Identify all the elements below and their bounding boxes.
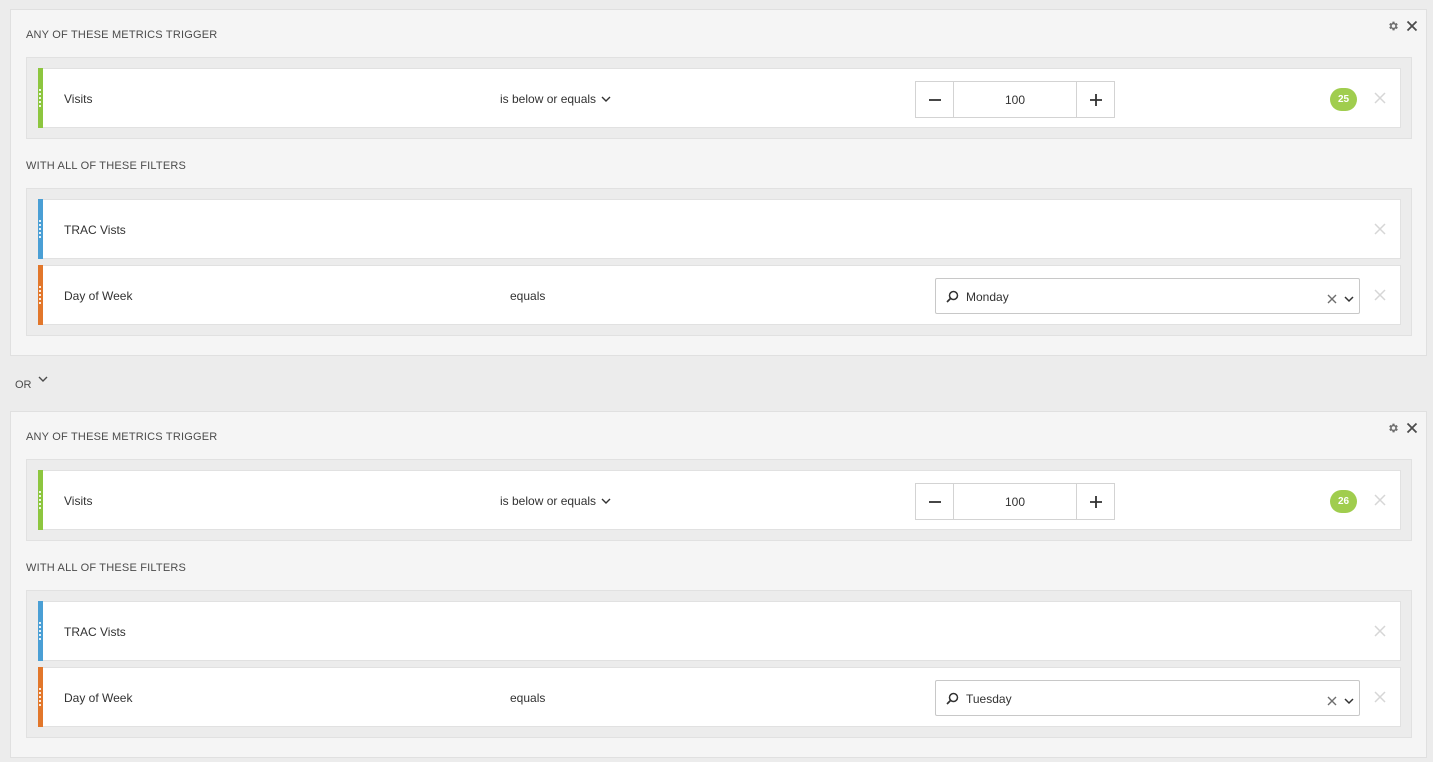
chevron-down-icon[interactable] xyxy=(1344,693,1354,711)
metric-row: Visits is below or equals 100 25 xyxy=(38,68,1401,128)
plus-icon xyxy=(1089,93,1102,106)
operator-dropdown[interactable]: is below or equals xyxy=(500,92,611,106)
metrics-section-title: ANY OF THESE METRICS TRIGGER xyxy=(26,431,218,443)
increment-button[interactable] xyxy=(1077,484,1114,519)
filters-group: TRAC Vists Day of Week equals Monday xyxy=(26,188,1412,336)
remove-metric-button[interactable] xyxy=(1374,91,1386,104)
filter-name: TRAC Vists xyxy=(64,223,126,237)
close-icon xyxy=(1374,92,1386,104)
operator-label: is below or equals xyxy=(500,92,597,106)
chevron-down-icon xyxy=(38,376,47,382)
remove-filter-button[interactable] xyxy=(1374,222,1386,235)
block-tools xyxy=(1387,422,1418,434)
plus-icon xyxy=(1089,495,1102,508)
threshold-stepper: 100 xyxy=(915,483,1115,520)
close-icon xyxy=(1374,223,1386,235)
combobox-value: Tuesday xyxy=(966,692,1012,706)
filters-section-title: WITH ALL OF THESE FILTERS xyxy=(26,160,187,172)
close-icon xyxy=(1374,625,1386,637)
close-icon[interactable] xyxy=(1406,20,1418,32)
drag-handle[interactable] xyxy=(38,667,43,727)
decrement-button[interactable] xyxy=(916,82,953,117)
filter-name: Day of Week xyxy=(64,289,133,303)
remove-metric-button[interactable] xyxy=(1374,493,1386,506)
condition-block: ANY OF THESE METRICS TRIGGER Visits is b… xyxy=(10,9,1427,356)
operator-label: equals xyxy=(510,289,546,303)
drag-handle[interactable] xyxy=(38,470,43,530)
drag-handle[interactable] xyxy=(38,68,43,128)
remove-filter-button[interactable] xyxy=(1374,690,1386,703)
condition-block: ANY OF THESE METRICS TRIGGER Visits is b… xyxy=(10,411,1427,758)
close-icon xyxy=(1374,289,1386,301)
decrement-button[interactable] xyxy=(916,484,953,519)
filter-row: TRAC Vists xyxy=(38,199,1401,259)
threshold-stepper: 100 xyxy=(915,81,1115,118)
count-badge: 26 xyxy=(1330,490,1357,513)
operator-label: is below or equals xyxy=(500,494,597,508)
remove-filter-button[interactable] xyxy=(1374,624,1386,637)
gear-icon[interactable] xyxy=(1387,422,1399,434)
filters-section-title: WITH ALL OF THESE FILTERS xyxy=(26,562,187,574)
filter-operator: equals xyxy=(510,289,545,303)
search-icon xyxy=(946,692,959,705)
combobox-value: Monday xyxy=(966,290,1009,304)
or-connector-dropdown[interactable]: OR xyxy=(15,376,48,391)
filter-operator: equals xyxy=(510,691,545,705)
block-tools xyxy=(1387,20,1418,32)
remove-filter-button[interactable] xyxy=(1374,288,1386,301)
chevron-down-icon xyxy=(601,96,611,102)
threshold-value[interactable]: 100 xyxy=(953,82,1077,117)
filters-group: TRAC Vists Day of Week equals Tuesday xyxy=(26,590,1412,738)
drag-handle[interactable] xyxy=(38,199,43,259)
filter-row: Day of Week equals Monday xyxy=(38,265,1401,325)
metrics-group: Visits is below or equals 100 26 xyxy=(26,459,1412,541)
or-label: OR xyxy=(15,379,32,391)
gear-icon[interactable] xyxy=(1387,20,1399,32)
threshold-value[interactable]: 100 xyxy=(953,484,1077,519)
clear-icon[interactable] xyxy=(1327,291,1337,309)
filter-row: TRAC Vists xyxy=(38,601,1401,661)
metric-row: Visits is below or equals 100 26 xyxy=(38,470,1401,530)
increment-button[interactable] xyxy=(1077,82,1114,117)
filter-name: TRAC Vists xyxy=(64,625,126,639)
value-combobox[interactable]: Monday xyxy=(935,278,1360,314)
count-badge: 25 xyxy=(1330,88,1357,111)
filter-name: Day of Week xyxy=(64,691,133,705)
minus-icon xyxy=(928,98,941,101)
close-icon xyxy=(1374,691,1386,703)
value-combobox[interactable]: Tuesday xyxy=(935,680,1360,716)
metrics-group: Visits is below or equals 100 25 xyxy=(26,57,1412,139)
chevron-down-icon xyxy=(601,498,611,504)
search-icon xyxy=(946,290,959,303)
drag-handle[interactable] xyxy=(38,265,43,325)
close-icon[interactable] xyxy=(1406,422,1418,434)
filter-row: Day of Week equals Tuesday xyxy=(38,667,1401,727)
operator-dropdown[interactable]: is below or equals xyxy=(500,494,611,508)
metrics-section-title: ANY OF THESE METRICS TRIGGER xyxy=(26,29,218,41)
metric-name: Visits xyxy=(64,494,93,508)
drag-handle[interactable] xyxy=(38,601,43,661)
clear-icon[interactable] xyxy=(1327,693,1337,711)
metric-name: Visits xyxy=(64,92,93,106)
operator-label: equals xyxy=(510,691,546,705)
minus-icon xyxy=(928,500,941,503)
close-icon xyxy=(1374,494,1386,506)
chevron-down-icon[interactable] xyxy=(1344,291,1354,309)
